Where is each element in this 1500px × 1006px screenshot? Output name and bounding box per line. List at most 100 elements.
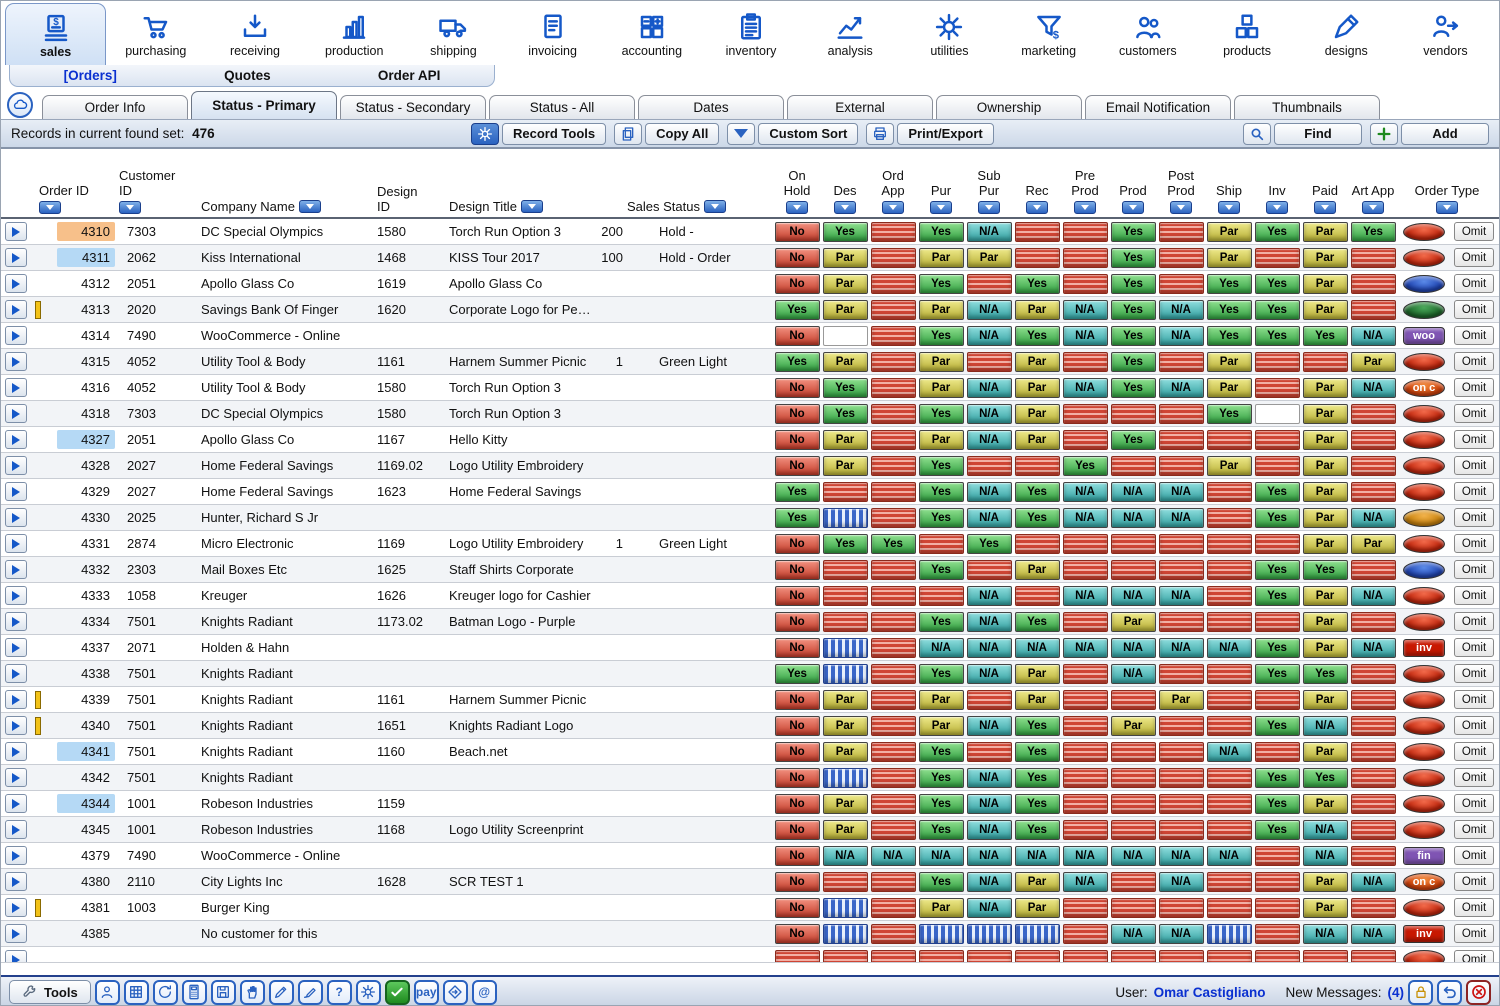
status-cell-des[interactable]: Par <box>823 352 868 372</box>
order-type-indicator[interactable] <box>1403 353 1445 371</box>
status-cell-art-app[interactable]: N/A <box>1351 638 1396 658</box>
status-cell-pur[interactable]: Yes <box>919 482 964 502</box>
lock-button[interactable] <box>1408 980 1433 1005</box>
status-cell-rec[interactable]: Par <box>1015 300 1060 320</box>
design-id-cell[interactable]: 1628 <box>349 874 419 889</box>
status-cell-on-hold[interactable]: No <box>775 872 820 892</box>
order-id-cell[interactable] <box>43 950 119 963</box>
tab-external[interactable]: External <box>787 95 933 119</box>
status-cell-pre-prod[interactable] <box>1063 898 1108 918</box>
status-cell-post-prod[interactable]: N/A <box>1159 326 1204 346</box>
status-cell-on-hold[interactable]: No <box>775 768 820 788</box>
status-cell-sub-pur[interactable]: N/A <box>967 612 1012 632</box>
status-cell-inv[interactable]: Yes <box>1255 482 1300 502</box>
design-title-cell[interactable]: KISS Tour 2017 <box>419 250 591 265</box>
order-type-indicator[interactable] <box>1403 717 1445 735</box>
order-type-indicator[interactable] <box>1403 613 1445 631</box>
row-detail-button[interactable] <box>5 222 27 241</box>
omit-button[interactable]: Omit <box>1454 716 1494 735</box>
status-cell-prod[interactable]: N/A <box>1111 508 1156 528</box>
customer-id-cell[interactable]: 1003 <box>119 900 175 915</box>
status-cell-sub-pur[interactable]: N/A <box>967 846 1012 866</box>
status-cell-rec[interactable]: Par <box>1015 404 1060 424</box>
design-title-cell[interactable]: Harnem Summer Picnic <box>419 692 591 707</box>
status-cell-ship[interactable] <box>1207 898 1252 918</box>
status-cell-paid[interactable] <box>1303 352 1348 372</box>
status-cell-sub-pur[interactable]: N/A <box>967 872 1012 892</box>
status-cell-art-app[interactable] <box>1351 898 1396 918</box>
status-cell-sub-pur[interactable]: N/A <box>967 508 1012 528</box>
order-id-cell[interactable]: 4312 <box>43 274 119 293</box>
order-type-indicator[interactable] <box>1403 561 1445 579</box>
company-name-cell[interactable]: Utility Tool & Body <box>175 380 349 395</box>
status-cell-prod[interactable] <box>1111 690 1156 710</box>
customer-id-cell[interactable]: 1001 <box>119 822 175 837</box>
module-marketing[interactable]: marketing <box>999 1 1098 65</box>
customer-id-cell[interactable]: 4052 <box>119 380 175 395</box>
order-type-indicator[interactable] <box>1403 665 1445 683</box>
order-id-cell[interactable]: 4385 <box>43 924 119 943</box>
design-title-cell[interactable]: Home Federal Savings <box>419 484 591 499</box>
status-cell-inv[interactable] <box>1255 950 1300 963</box>
status-cell-inv[interactable]: Yes <box>1255 768 1300 788</box>
status-cell-sub-pur[interactable]: Yes <box>967 534 1012 554</box>
status-cell-ship[interactable] <box>1207 768 1252 788</box>
design-id-cell[interactable]: 1161 <box>349 692 419 707</box>
status-cell-pre-prod[interactable] <box>1063 612 1108 632</box>
sales-status-cell[interactable]: Green Light <box>623 536 773 551</box>
row-detail-button[interactable] <box>5 872 27 891</box>
design-id-cell[interactable]: 1619 <box>349 276 419 291</box>
filter-dropdown-icon[interactable] <box>1074 201 1096 214</box>
order-id-cell[interactable]: 4310 <box>43 222 119 241</box>
subnav-orders[interactable]: [Orders] <box>64 68 117 83</box>
status-cell-paid[interactable]: Par <box>1303 430 1348 450</box>
status-cell-art-app[interactable]: Par <box>1351 534 1396 554</box>
status-cell-on-hold[interactable]: Yes <box>775 482 820 502</box>
status-cell-ship[interactable] <box>1207 560 1252 580</box>
status-cell-post-prod[interactable]: N/A <box>1159 586 1204 606</box>
status-cell-post-prod[interactable] <box>1159 768 1204 788</box>
status-cell-on-hold[interactable]: No <box>775 274 820 294</box>
status-cell-post-prod[interactable] <box>1159 950 1204 963</box>
status-cell-inv[interactable]: Yes <box>1255 326 1300 346</box>
omit-button[interactable]: Omit <box>1454 378 1494 397</box>
company-name-cell[interactable]: Home Federal Savings <box>175 484 349 499</box>
order-type-indicator[interactable] <box>1403 743 1445 761</box>
status-cell-paid[interactable]: Par <box>1303 612 1348 632</box>
status-cell-art-app[interactable] <box>1351 274 1396 294</box>
order-id-cell[interactable]: 4316 <box>43 378 119 397</box>
status-cell-post-prod[interactable] <box>1159 456 1204 476</box>
status-cell-prod[interactable] <box>1111 560 1156 580</box>
status-cell-paid[interactable]: Yes <box>1303 768 1348 788</box>
order-id-cell[interactable]: 4379 <box>43 846 119 865</box>
status-cell-on-hold[interactable]: No <box>775 560 820 580</box>
settings-button[interactable] <box>356 980 381 1005</box>
status-cell-ord-app[interactable] <box>871 768 916 788</box>
status-cell-pre-prod[interactable] <box>1063 560 1108 580</box>
status-cell-on-hold[interactable]: No <box>775 404 820 424</box>
status-cell-art-app[interactable] <box>1351 742 1396 762</box>
customer-id-cell[interactable]: 7490 <box>119 328 175 343</box>
status-cell-prod[interactable]: Yes <box>1111 300 1156 320</box>
design-title-cell[interactable]: Hello Kitty <box>419 432 591 447</box>
status-cell-on-hold[interactable]: No <box>775 898 820 918</box>
status-cell-inv[interactable]: Yes <box>1255 560 1300 580</box>
undo-button[interactable] <box>1437 980 1462 1005</box>
status-cell-pur[interactable]: Yes <box>919 768 964 788</box>
order-type-indicator[interactable] <box>1403 457 1445 475</box>
design-title-cell[interactable]: Knights Radiant Logo <box>419 718 591 733</box>
subnav-quotes[interactable]: Quotes <box>224 68 271 83</box>
status-cell-rec[interactable]: Par <box>1015 352 1060 372</box>
status-cell-inv[interactable]: Yes <box>1255 664 1300 684</box>
status-cell-pur[interactable]: N/A <box>919 846 964 866</box>
custom-sort-button[interactable]: Custom Sort <box>758 123 858 145</box>
status-cell-on-hold[interactable]: No <box>775 326 820 346</box>
status-cell-pur[interactable]: Yes <box>919 456 964 476</box>
status-cell-rec[interactable]: Yes <box>1015 742 1060 762</box>
status-cell-inv[interactable]: Yes <box>1255 820 1300 840</box>
company-name-cell[interactable]: DC Special Olympics <box>175 224 349 239</box>
status-cell-pur[interactable]: Par <box>919 300 964 320</box>
order-id-cell[interactable]: 4331 <box>43 534 119 553</box>
status-cell-post-prod[interactable]: N/A <box>1159 872 1204 892</box>
module-accounting[interactable]: accounting <box>602 1 701 65</box>
